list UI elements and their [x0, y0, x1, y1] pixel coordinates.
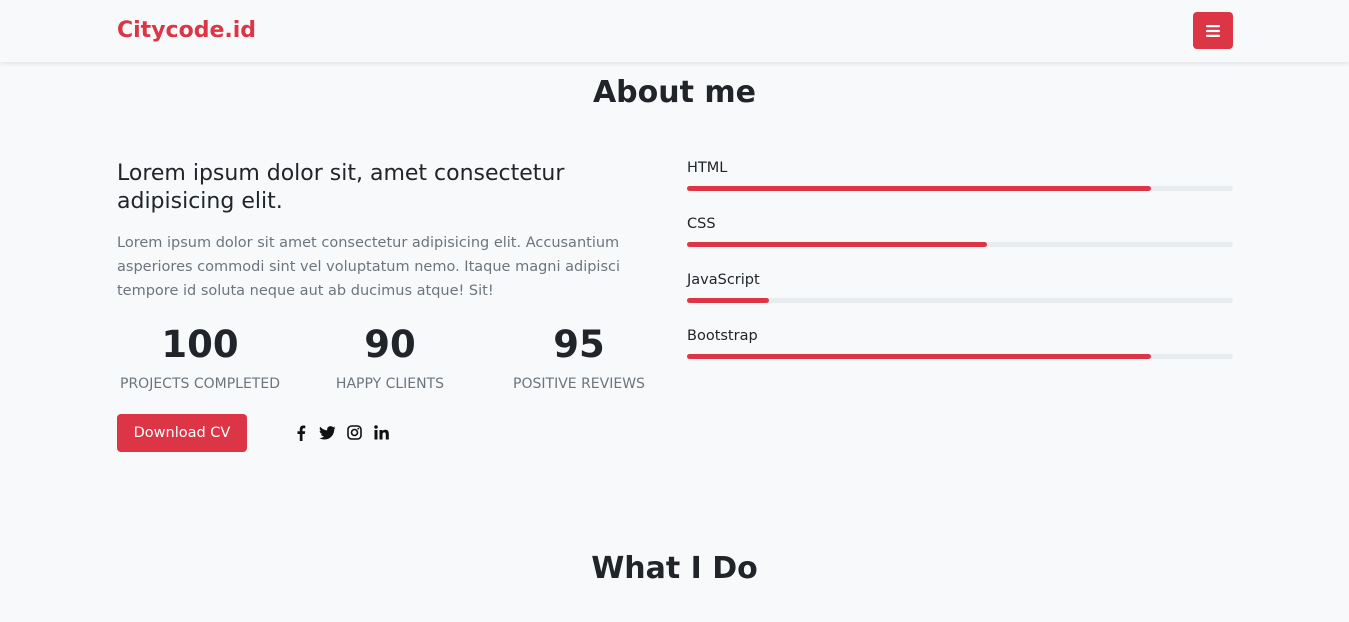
- facebook-icon[interactable]: [292, 424, 309, 441]
- what-i-do-title: What I Do: [591, 551, 758, 586]
- navbar: Citycode.id: [0, 0, 1349, 62]
- skill-progress-bar: [687, 242, 1233, 247]
- skill-javascript: JavaScript: [687, 272, 1233, 303]
- twitter-icon[interactable]: [319, 424, 336, 441]
- skill-html: HTML: [687, 160, 1233, 191]
- about-title: About me: [592, 75, 757, 110]
- skill-name: JavaScript: [687, 272, 760, 288]
- stat-label: HAPPY CLIENTS: [335, 376, 445, 392]
- skill-progress-bar: [687, 186, 1233, 191]
- skill-bootstrap: Bootstrap: [687, 328, 1233, 359]
- skill-progress-fill: [687, 242, 988, 247]
- stat-value: 100: [161, 323, 239, 366]
- stat-value: 90: [364, 323, 416, 366]
- stat-label: POSITIVE REVIEWS: [513, 376, 645, 392]
- menu-toggle-button[interactable]: [1193, 12, 1233, 49]
- about-text: Lorem ipsum dolor sit amet consectetur a…: [117, 235, 621, 299]
- download-cv-button[interactable]: Download CV: [117, 414, 247, 452]
- skill-progress-fill: [687, 354, 1152, 359]
- stat-value: 95: [553, 323, 605, 366]
- skill-name: HTML: [687, 160, 728, 176]
- skill-name: Bootstrap: [687, 328, 758, 344]
- skill-progress-bar: [687, 298, 1233, 303]
- social-links: [292, 424, 390, 441]
- stat-clients: 90 HAPPY CLIENTS: [295, 322, 485, 392]
- skill-progress-fill: [687, 186, 1152, 191]
- skill-progress-fill: [687, 298, 769, 303]
- skill-progress-bar: [687, 354, 1233, 359]
- hamburger-menu-icon: [1206, 24, 1220, 37]
- stat-reviews: 95 POSITIVE REVIEWS: [484, 322, 674, 392]
- brand-logo[interactable]: Citycode.id: [117, 18, 256, 43]
- instagram-icon[interactable]: [346, 424, 363, 441]
- stat-label: PROJECTS COMPLETED: [120, 376, 280, 392]
- skill-name: CSS: [687, 216, 716, 232]
- linkedin-icon[interactable]: [373, 424, 390, 441]
- about-heading: Lorem ipsum dolor sit, amet consectetur …: [117, 161, 565, 214]
- stat-projects: 100 PROJECTS COMPLETED: [105, 322, 295, 392]
- skill-css: CSS: [687, 216, 1233, 247]
